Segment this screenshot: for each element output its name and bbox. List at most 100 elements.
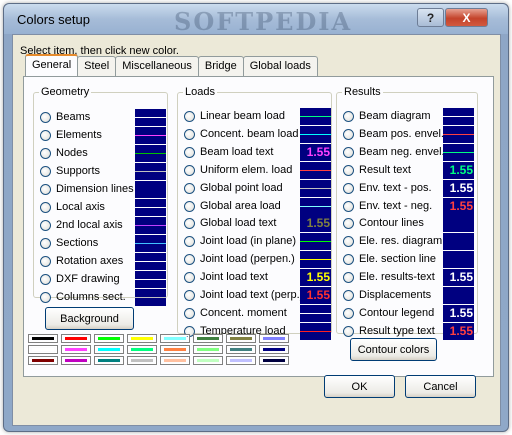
radio-button[interactable] bbox=[184, 182, 195, 194]
radio-button[interactable] bbox=[184, 164, 195, 176]
loads-item-joint-load-perpen[interactable]: Joint load (perpen.) bbox=[178, 251, 331, 269]
palette-color-cell[interactable] bbox=[160, 356, 190, 365]
radio-button[interactable] bbox=[40, 130, 51, 141]
cancel-button[interactable]: Cancel bbox=[405, 375, 476, 398]
geometry-item-dimension-lines[interactable]: Dimension lines bbox=[34, 181, 167, 199]
loads-item-joint-load-text[interactable]: Joint load text 1.55 bbox=[178, 269, 331, 287]
color-swatch[interactable] bbox=[300, 125, 331, 143]
geometry-item-sections[interactable]: Sections bbox=[34, 235, 167, 253]
geometry-item-columns-sect[interactable]: Columns sect. bbox=[34, 289, 167, 307]
radio-button[interactable] bbox=[343, 111, 354, 122]
palette-color-cell[interactable] bbox=[259, 356, 289, 365]
palette-color-cell[interactable] bbox=[28, 356, 58, 365]
palette-color-cell[interactable] bbox=[193, 334, 223, 343]
geometry-item-nodes[interactable]: Nodes bbox=[34, 145, 167, 163]
loads-item-uniform-elem-load[interactable]: Uniform elem. load bbox=[178, 161, 331, 180]
palette-color-cell[interactable] bbox=[193, 356, 223, 365]
radio-button[interactable] bbox=[40, 202, 51, 213]
color-swatch[interactable] bbox=[300, 161, 331, 179]
radio-button[interactable] bbox=[40, 220, 51, 231]
color-swatch[interactable] bbox=[300, 108, 331, 125]
radio-button[interactable] bbox=[40, 256, 51, 267]
color-swatch[interactable]: 1.55 bbox=[443, 179, 474, 197]
loads-item-linear-beam-load[interactable]: Linear beam load bbox=[178, 108, 331, 126]
color-swatch[interactable]: 1.55 bbox=[300, 269, 331, 287]
palette-color-cell[interactable] bbox=[61, 334, 91, 343]
radio-button[interactable] bbox=[40, 148, 51, 159]
radio-button[interactable] bbox=[184, 218, 195, 230]
loads-item-global-load-text[interactable]: Global load text 1.55 bbox=[178, 215, 331, 233]
color-swatch[interactable] bbox=[443, 125, 474, 143]
palette-color-cell[interactable] bbox=[94, 356, 124, 365]
radio-button[interactable] bbox=[184, 254, 195, 266]
color-swatch[interactable] bbox=[443, 215, 474, 233]
palette-color-cell[interactable] bbox=[226, 345, 256, 354]
geometry-item-dxf-drawing[interactable]: DXF drawing bbox=[34, 271, 167, 289]
radio-button[interactable] bbox=[184, 236, 195, 248]
title-bar[interactable]: Colors setup SOFTPEDIA ? X bbox=[4, 4, 508, 36]
color-swatch[interactable] bbox=[443, 108, 474, 125]
radio-button[interactable] bbox=[184, 272, 195, 284]
radio-button[interactable] bbox=[40, 274, 51, 285]
palette-color-cell[interactable] bbox=[28, 334, 58, 343]
contour-colors-button[interactable]: Contour colors bbox=[350, 338, 437, 361]
color-swatch[interactable] bbox=[135, 289, 166, 306]
loads-item-beam-load-text[interactable]: Beam load text 1.55 bbox=[178, 143, 331, 162]
radio-button[interactable] bbox=[343, 146, 354, 158]
palette-color-cell[interactable] bbox=[127, 334, 157, 343]
color-swatch[interactable]: 1.55 bbox=[300, 143, 331, 161]
color-swatch[interactable] bbox=[443, 287, 474, 304]
ok-button[interactable]: OK bbox=[324, 375, 395, 398]
radio-button[interactable] bbox=[40, 238, 51, 249]
palette-color-cell[interactable] bbox=[259, 334, 289, 343]
results-item-beam-diagram[interactable]: Beam diagram bbox=[337, 108, 477, 126]
radio-button[interactable] bbox=[343, 164, 354, 176]
color-swatch[interactable] bbox=[135, 181, 166, 198]
palette-color-cell[interactable] bbox=[61, 356, 91, 365]
color-swatch[interactable]: 1.55 bbox=[443, 197, 474, 215]
color-swatch[interactable]: 1.55 bbox=[300, 215, 331, 233]
palette-color-cell[interactable] bbox=[127, 356, 157, 365]
color-swatch[interactable] bbox=[135, 235, 166, 252]
geometry-item-rotation-axes[interactable]: Rotation axes bbox=[34, 253, 167, 271]
radio-button[interactable] bbox=[343, 325, 354, 337]
geometry-item-elements[interactable]: Elements bbox=[34, 127, 167, 145]
color-swatch[interactable] bbox=[300, 251, 331, 269]
radio-button[interactable] bbox=[343, 290, 354, 301]
results-item-contour-lines[interactable]: Contour lines bbox=[337, 215, 477, 233]
color-swatch[interactable] bbox=[135, 271, 166, 288]
palette-color-cell[interactable] bbox=[28, 345, 58, 354]
color-swatch[interactable] bbox=[300, 322, 331, 340]
geometry-item-beams[interactable]: Beams bbox=[34, 109, 167, 127]
radio-button[interactable] bbox=[343, 236, 354, 248]
palette-color-cell[interactable] bbox=[226, 356, 256, 365]
radio-button[interactable] bbox=[343, 272, 354, 284]
results-item-ele-section-line[interactable]: Ele. section line bbox=[337, 251, 477, 269]
close-button[interactable]: X bbox=[445, 8, 488, 27]
tab-global-loads[interactable]: Global loads bbox=[242, 56, 318, 76]
radio-button[interactable] bbox=[184, 128, 195, 140]
results-item-contour-legend[interactable]: Contour legend 1.55 bbox=[337, 304, 477, 323]
results-item-ele-results-text[interactable]: Ele. results-text 1.55 bbox=[337, 269, 477, 287]
palette-color-cell[interactable] bbox=[127, 345, 157, 354]
palette-color-cell[interactable] bbox=[94, 334, 124, 343]
radio-button[interactable] bbox=[343, 128, 354, 140]
geometry-item-local-axis[interactable]: Local axis bbox=[34, 199, 167, 217]
color-swatch[interactable] bbox=[135, 253, 166, 270]
color-swatch[interactable] bbox=[443, 143, 474, 161]
color-swatch[interactable]: 1.55 bbox=[443, 304, 474, 322]
palette-color-cell[interactable] bbox=[61, 345, 91, 354]
color-swatch[interactable] bbox=[135, 145, 166, 162]
results-item-beam-neg-envel[interactable]: Beam neg. envel. bbox=[337, 143, 477, 162]
loads-item-concent-moment[interactable]: Concent. moment bbox=[178, 304, 331, 323]
loads-item-joint-load-in-plane[interactable]: Joint load (in plane) bbox=[178, 233, 331, 251]
radio-button[interactable] bbox=[343, 200, 354, 212]
color-swatch[interactable] bbox=[135, 127, 166, 144]
radio-button[interactable] bbox=[184, 111, 195, 122]
results-item-beam-pos-envel[interactable]: Beam pos. envel. bbox=[337, 125, 477, 144]
color-swatch[interactable]: 1.55 bbox=[300, 287, 331, 304]
radio-button[interactable] bbox=[40, 292, 51, 303]
results-item-ele-res-diagram[interactable]: Ele. res. diagram bbox=[337, 233, 477, 251]
geometry-item-supports[interactable]: Supports bbox=[34, 163, 167, 181]
color-swatch[interactable] bbox=[300, 304, 331, 322]
